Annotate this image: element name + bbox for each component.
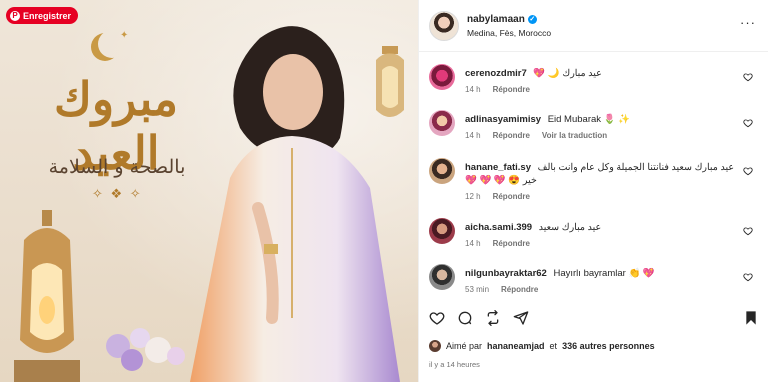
woman-figure-illustration [190,26,400,382]
comment-username[interactable]: adlinasyamimisy [465,114,541,125]
save-button-label: Enregistrer [23,10,72,21]
comment-reply-link[interactable]: Répondre [493,85,530,94]
comment-translate-link[interactable]: Voir la traduction [542,131,607,140]
likes-others-link[interactable]: 336 autres personnes [562,341,655,351]
pinterest-icon: P [10,10,20,21]
comment-like-heart-icon[interactable] [743,118,753,128]
comment-age: 12 h [465,192,481,201]
comment-reply-link[interactable]: Répondre [493,192,530,201]
likes-prefix: Aimé par [446,341,483,351]
liker-username[interactable]: hananeamjad [487,341,545,351]
flowers-illustration [106,328,185,371]
comment-reply-link[interactable]: Répondre [501,285,538,294]
likes-summary: Aimé par hananeamjad et 336 autres perso… [429,340,655,352]
comment-reply-link[interactable]: Répondre [493,131,530,140]
comment-icon[interactable] [457,310,473,326]
bookmark-icon[interactable] [743,310,759,326]
share-icon[interactable] [513,310,529,326]
commenter-avatar[interactable] [429,218,455,244]
comment-age: 53 min [465,285,490,294]
heart-icon[interactable] [429,310,445,326]
author-username-row: nabylamaan ✓ [467,14,551,25]
post-header: nabylamaan ✓ Medina, Fès, Morocco ··· [419,0,768,52]
comment-age: 14 h [465,239,481,248]
comment-like-heart-icon[interactable] [743,166,753,176]
comment-username[interactable]: nilgunbayraktar62 [465,268,547,279]
comment-text: Hayırlı bayramlar 👏 💖 [553,268,655,279]
ornament-divider: ✧ ❖ ✧ [92,186,143,201]
commenter-avatar[interactable] [429,110,455,136]
comment-username[interactable]: aicha.sami.399 [465,222,532,233]
comment-text: Eid Mubarak 🌷 ✨ [547,114,630,125]
comment-text: عيد مبارك سعيد [538,222,602,233]
repost-icon[interactable] [485,310,501,326]
more-options-icon[interactable]: ··· [740,16,756,29]
commenter-avatar[interactable] [429,264,455,290]
author-username[interactable]: nabylamaan [467,14,525,25]
comment-like-heart-icon[interactable] [743,272,753,282]
photo-subtitle-arabic: بالصحة و السلامة [48,156,186,178]
post-photo[interactable]: ✦ مبروك العيد بالصحة و السلامة ✧ ❖ ✧ P E… [0,0,418,382]
author-avatar[interactable] [429,10,459,41]
commenter-avatar[interactable] [429,64,455,90]
instagram-post-view: ✦ مبروك العيد بالصحة و السلامة ✧ ❖ ✧ P E… [0,0,768,382]
comment-age: 14 h [465,131,481,140]
comment-username[interactable]: hanane_fati.sy [465,162,531,173]
post-action-bar [429,306,759,328]
lantern-left-illustration [14,210,80,382]
comment-username[interactable]: cerenozdmir7 [465,68,527,79]
comment-text: 💖 🌙 عيد مبارك [533,68,602,79]
liker-avatar[interactable] [429,340,441,352]
comment-age: 14 h [465,85,481,94]
comment-like-heart-icon[interactable] [743,72,753,82]
comments-list: cerenozdmir7 💖 🌙 عيد مبارك 14 h Répondre… [419,52,768,304]
comment-reply-link[interactable]: Répondre [493,239,530,248]
verified-badge-icon: ✓ [527,14,537,24]
pinterest-save-button[interactable]: P Enregistrer [6,7,79,24]
post-location[interactable]: Medina, Fès, Morocco [467,28,551,38]
likes-middle: et [549,341,558,351]
comment-like-heart-icon[interactable] [743,226,753,236]
post-timestamp: il y a 14 heures [429,360,480,369]
post-side-panel: nabylamaan ✓ Medina, Fès, Morocco ··· ce… [418,0,768,382]
commenter-avatar[interactable] [429,158,455,184]
star-icon: ✦ [120,30,129,41]
